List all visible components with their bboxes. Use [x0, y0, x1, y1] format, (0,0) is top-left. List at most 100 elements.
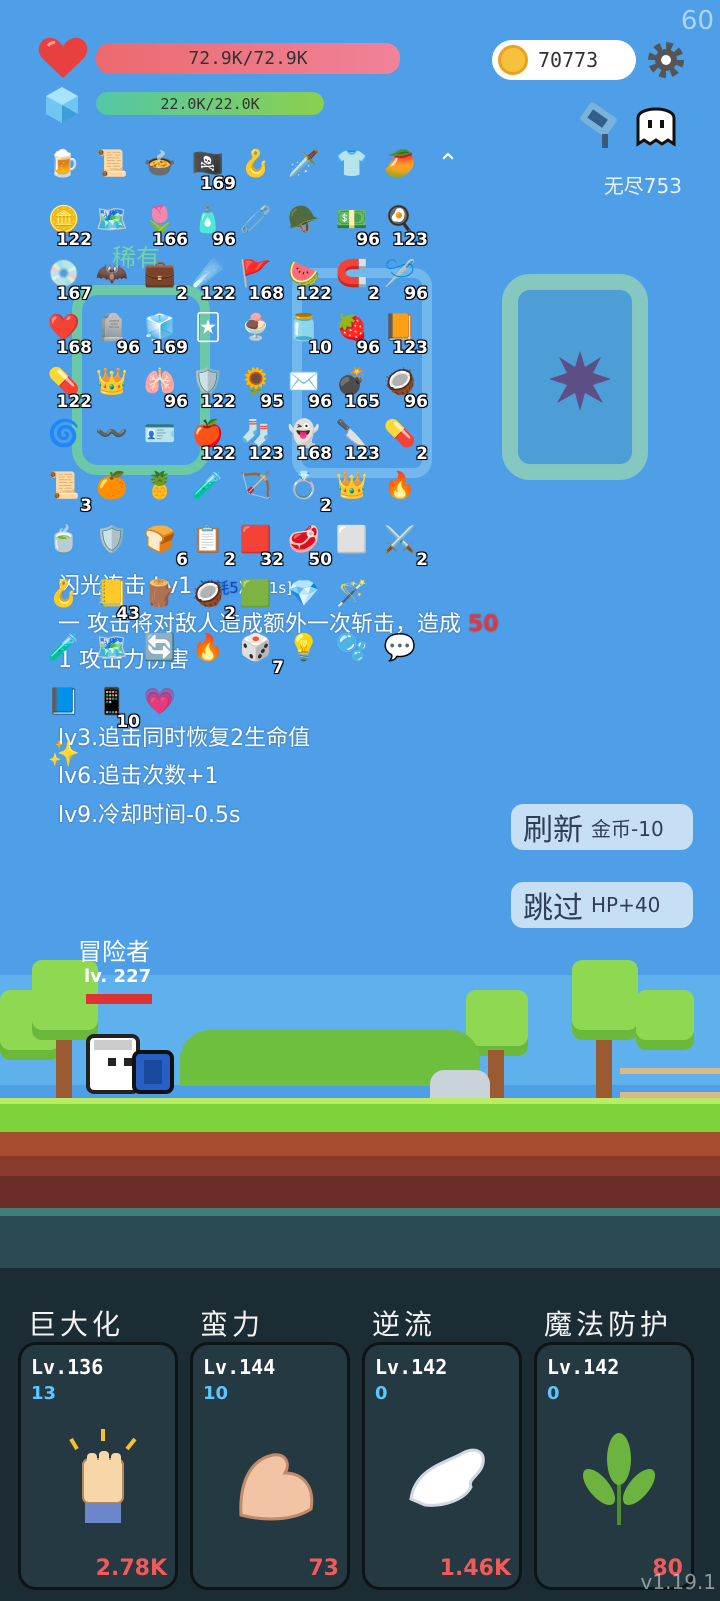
inventory-item[interactable]: 🧪 — [188, 466, 230, 508]
skill-card[interactable]: Lv.136 13 2.78K — [18, 1342, 178, 1590]
skill-card[interactable]: Lv.142 0 80 — [534, 1342, 694, 1590]
inventory-item[interactable]: 💍 2 — [284, 466, 332, 516]
inventory-item[interactable]: ☄️ 122 — [188, 254, 236, 304]
inventory-item[interactable]: 🏹 — [236, 466, 278, 508]
inventory-item[interactable]: 🪝 — [44, 574, 86, 616]
knight-hero-icon[interactable] — [84, 1030, 176, 1096]
inventory-item[interactable]: 🃏 — [188, 308, 230, 350]
inventory-item[interactable]: 🧲 2 — [332, 254, 380, 304]
item-icon: 📘 — [47, 687, 81, 717]
inventory-item[interactable]: 💵 96 — [332, 200, 380, 250]
inventory-item[interactable]: 🚩 168 — [236, 254, 284, 304]
inventory-item[interactable]: 🎲 7 — [236, 628, 284, 678]
inventory-item[interactable]: 🫁 96 — [140, 362, 188, 412]
inventory-item[interactable]: ⚔️ 2 — [380, 520, 428, 570]
skill-card-points: 0 — [375, 1383, 388, 1404]
inventory-item[interactable]: 💣 165 — [332, 362, 380, 412]
inventory-item[interactable]: 🍲 — [140, 144, 182, 186]
skip-button[interactable]: 跳过 HP+40 — [511, 882, 693, 928]
inventory-item[interactable]: 💎 — [284, 574, 326, 616]
inventory-item[interactable]: 🔪 123 — [332, 414, 380, 464]
inventory-item[interactable]: 🥥 2 — [188, 574, 236, 624]
inventory-item[interactable]: 🍵 — [44, 520, 86, 562]
inventory-item[interactable]: 〰️ — [92, 414, 134, 456]
inventory-item[interactable]: 🗺️ — [92, 628, 134, 670]
inventory-item[interactable]: 💿 167 — [44, 254, 92, 304]
inventory-item[interactable]: 🥭 — [380, 144, 422, 186]
inventory-item[interactable]: 💡 — [284, 628, 326, 670]
inventory-item[interactable]: 💼 2 — [140, 254, 188, 304]
inventory-item[interactable]: 🍍 — [140, 466, 182, 508]
inventory-item[interactable]: 🪦 96 — [92, 308, 140, 358]
inventory-item[interactable]: 🌀 — [44, 414, 86, 456]
inventory-item[interactable]: 🫧 — [332, 628, 374, 670]
inventory-item[interactable]: 👕 — [332, 144, 374, 186]
inventory-item[interactable]: 🧦 123 — [236, 414, 284, 464]
inventory-item[interactable]: 🍞 6 — [140, 520, 188, 570]
inventory-item[interactable]: 🥥 96 — [380, 362, 428, 412]
inventory-item[interactable]: 🧴 96 — [188, 200, 236, 250]
inventory-item[interactable]: 🟩 — [236, 574, 278, 616]
inventory-item[interactable]: ❤️ 168 — [44, 308, 92, 358]
sword-shop-icon[interactable] — [572, 96, 628, 152]
inventory-item[interactable]: 🛡️ 122 — [188, 362, 236, 412]
inventory-item[interactable]: 🔥 — [188, 628, 230, 670]
inventory-item[interactable]: 🍳 123 — [380, 200, 428, 250]
ghost-icon[interactable] — [632, 100, 680, 148]
item-icon: 💎 — [287, 579, 321, 609]
inventory-item[interactable]: 🪡 96 — [380, 254, 428, 304]
inventory-item[interactable]: ✨ — [44, 734, 86, 776]
inventory-item[interactable]: ⬜ — [332, 520, 374, 562]
inventory-item[interactable]: 📱 10 — [92, 682, 140, 732]
inventory-item[interactable]: 🍨 — [236, 308, 278, 350]
item-count: 3 — [80, 496, 92, 516]
inventory-item[interactable]: 🛡️ — [92, 520, 134, 562]
inventory-item[interactable]: 📜 — [92, 144, 134, 186]
inventory-item[interactable]: 💊 2 — [380, 414, 428, 464]
skill-card-name: 蛮力 — [200, 1308, 265, 1341]
item-count: 122 — [56, 392, 93, 412]
inventory-item[interactable]: 🗡️ — [284, 144, 326, 186]
inventory-item[interactable]: 👑 — [92, 362, 134, 404]
inventory-item[interactable]: 🪖 — [284, 200, 326, 242]
refresh-button[interactable]: 刷新 金币-10 — [511, 804, 693, 850]
inventory-item[interactable]: 🪵 — [140, 574, 182, 616]
inventory-item[interactable]: 🏴‍☠️ 169 — [188, 144, 236, 194]
inventory-item[interactable]: 🧊 169 — [140, 308, 188, 358]
inventory-item[interactable]: 🍎 122 — [188, 414, 236, 464]
inventory-item[interactable]: 🍉 122 — [284, 254, 332, 304]
inventory-item[interactable]: 🍺 — [44, 144, 86, 186]
inventory-item[interactable]: 🍓 96 — [332, 308, 380, 358]
inventory-item[interactable]: 💬 — [380, 628, 422, 670]
inventory-item[interactable]: 🦇 — [92, 254, 134, 296]
inventory-item[interactable]: 🪪 — [140, 414, 182, 456]
inventory-item[interactable]: 🫙 10 — [284, 308, 332, 358]
inventory-item[interactable]: 🧪 — [44, 628, 86, 670]
inventory-item[interactable]: 📒 43 — [92, 574, 140, 624]
inventory-item[interactable]: 🗺️ — [92, 200, 134, 242]
inventory-item[interactable]: ⌃ — [428, 144, 470, 186]
inventory-item[interactable]: 🌻 95 — [236, 362, 284, 412]
inventory-item[interactable]: 👻 168 — [284, 414, 332, 464]
inventory-item[interactable]: 🍊 — [92, 466, 134, 508]
inventory-item[interactable]: 🟥 32 — [236, 520, 284, 570]
skill-card[interactable]: Lv.142 0 1.46K — [362, 1342, 522, 1590]
inventory-item[interactable]: 💊 122 — [44, 362, 92, 412]
inventory-item[interactable]: 🔄 — [140, 628, 182, 670]
inventory-item[interactable]: 🪄 — [332, 574, 374, 616]
inventory-item[interactable]: 🧷 — [236, 200, 278, 242]
inventory-item[interactable]: 🥩 50 — [284, 520, 332, 570]
inventory-item[interactable]: 🪝 — [236, 144, 278, 186]
inventory-item[interactable]: 🔥 — [380, 466, 422, 508]
inventory-item[interactable]: 📋 2 — [188, 520, 236, 570]
inventory-item[interactable]: ✉️ 96 — [284, 362, 332, 412]
inventory-item[interactable]: 📜 3 — [44, 466, 92, 516]
inventory-item[interactable]: 🌷 166 — [140, 200, 188, 250]
inventory-item[interactable]: 📘 — [44, 682, 86, 724]
inventory-item[interactable]: 📙 123 — [380, 308, 428, 358]
inventory-item[interactable]: 👑 — [332, 466, 374, 508]
inventory-item[interactable]: 🪙 122 — [44, 200, 92, 250]
gear-icon[interactable] — [646, 40, 686, 80]
skill-card[interactable]: Lv.144 10 73 — [190, 1342, 350, 1590]
inventory-item[interactable]: 💗 — [140, 682, 182, 724]
